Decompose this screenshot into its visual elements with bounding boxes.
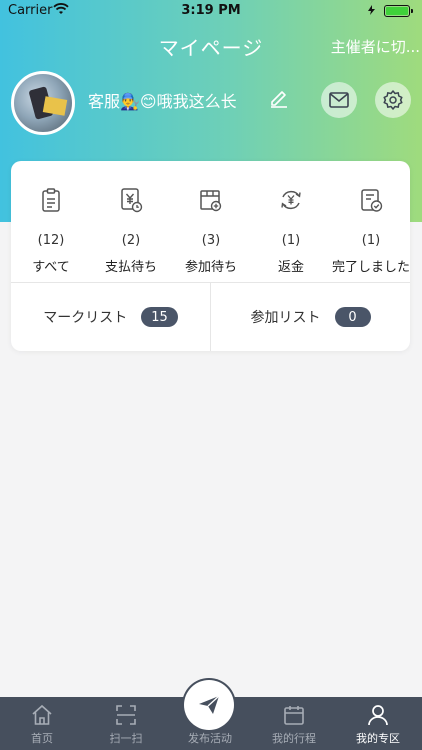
order-count: (1) — [361, 233, 381, 248]
join-icon — [200, 190, 222, 212]
battery-icon — [384, 5, 413, 17]
complete-icon — [361, 189, 383, 212]
order-label: 返金 — [277, 260, 304, 275]
tab-label: 我的专区 — [356, 732, 400, 745]
join-list-button[interactable]: 参加リスト 0 — [211, 283, 410, 351]
order-label: すべて — [32, 260, 70, 275]
switch-organizer-link[interactable]: 主催者に切... — [331, 36, 420, 57]
send-icon — [199, 695, 220, 714]
gear-icon — [383, 90, 403, 110]
avatar[interactable] — [11, 71, 75, 135]
scan-icon — [116, 705, 136, 725]
mail-button[interactable] — [321, 82, 357, 118]
tab-home[interactable]: 首页 — [0, 697, 84, 750]
order-status-row: (12) すべて (2) 支払待ち (3) 参加待ち (1) 返金 (1) 完了… — [11, 161, 410, 281]
tab-my-area[interactable]: 我的专区 — [336, 697, 420, 750]
mark-list-button[interactable]: マークリスト 15 — [11, 283, 210, 351]
tab-label: 扫一扫 — [109, 732, 143, 745]
order-refund[interactable]: (1) 返金 — [251, 161, 331, 281]
join-list-label: 参加リスト — [250, 310, 321, 326]
tab-label: 发布活动 — [188, 732, 232, 745]
mail-icon — [329, 92, 349, 108]
order-completed[interactable]: (1) 完了しました — [331, 161, 411, 281]
pay-icon — [121, 188, 143, 213]
order-count: (12) — [37, 233, 65, 248]
status-bar: Carrier 3:19 PM — [0, 0, 422, 22]
order-label: 支払待ち — [104, 260, 157, 275]
order-label: 完了しました — [331, 260, 410, 275]
publish-button[interactable] — [184, 680, 234, 730]
order-count: (2) — [121, 233, 141, 248]
tab-label: 首页 — [31, 732, 53, 745]
order-count: (3) — [201, 233, 221, 248]
charging-icon — [368, 5, 375, 15]
order-awaiting-join[interactable]: (3) 参加待ち — [171, 161, 251, 281]
clipboard-icon — [42, 188, 60, 212]
order-label: 参加待ち — [184, 260, 237, 275]
order-all[interactable]: (12) すべて — [11, 161, 91, 281]
home-icon — [32, 704, 52, 725]
order-count: (1) — [281, 233, 301, 248]
edit-icon[interactable] — [268, 86, 290, 108]
mark-list-count-badge: 15 — [141, 307, 178, 327]
orders-card: (12) すべて (2) 支払待ち (3) 参加待ち (1) 返金 (1) 完了… — [11, 161, 410, 351]
refund-icon — [281, 190, 301, 210]
status-time: 3:19 PM — [181, 3, 241, 18]
order-awaiting-payment[interactable]: (2) 支払待ち — [91, 161, 171, 281]
username: 客服👨‍🔧😊哦我这么长 — [88, 92, 237, 111]
settings-button[interactable] — [375, 82, 411, 118]
mark-list-label: マークリスト — [43, 310, 128, 326]
tab-label: 我的行程 — [272, 732, 316, 745]
join-list-count-badge: 0 — [334, 307, 371, 327]
tab-schedule[interactable]: 我的行程 — [252, 697, 336, 750]
person-icon — [368, 705, 388, 726]
calendar-icon — [284, 706, 304, 725]
tab-scan[interactable]: 扫一扫 — [84, 697, 168, 750]
